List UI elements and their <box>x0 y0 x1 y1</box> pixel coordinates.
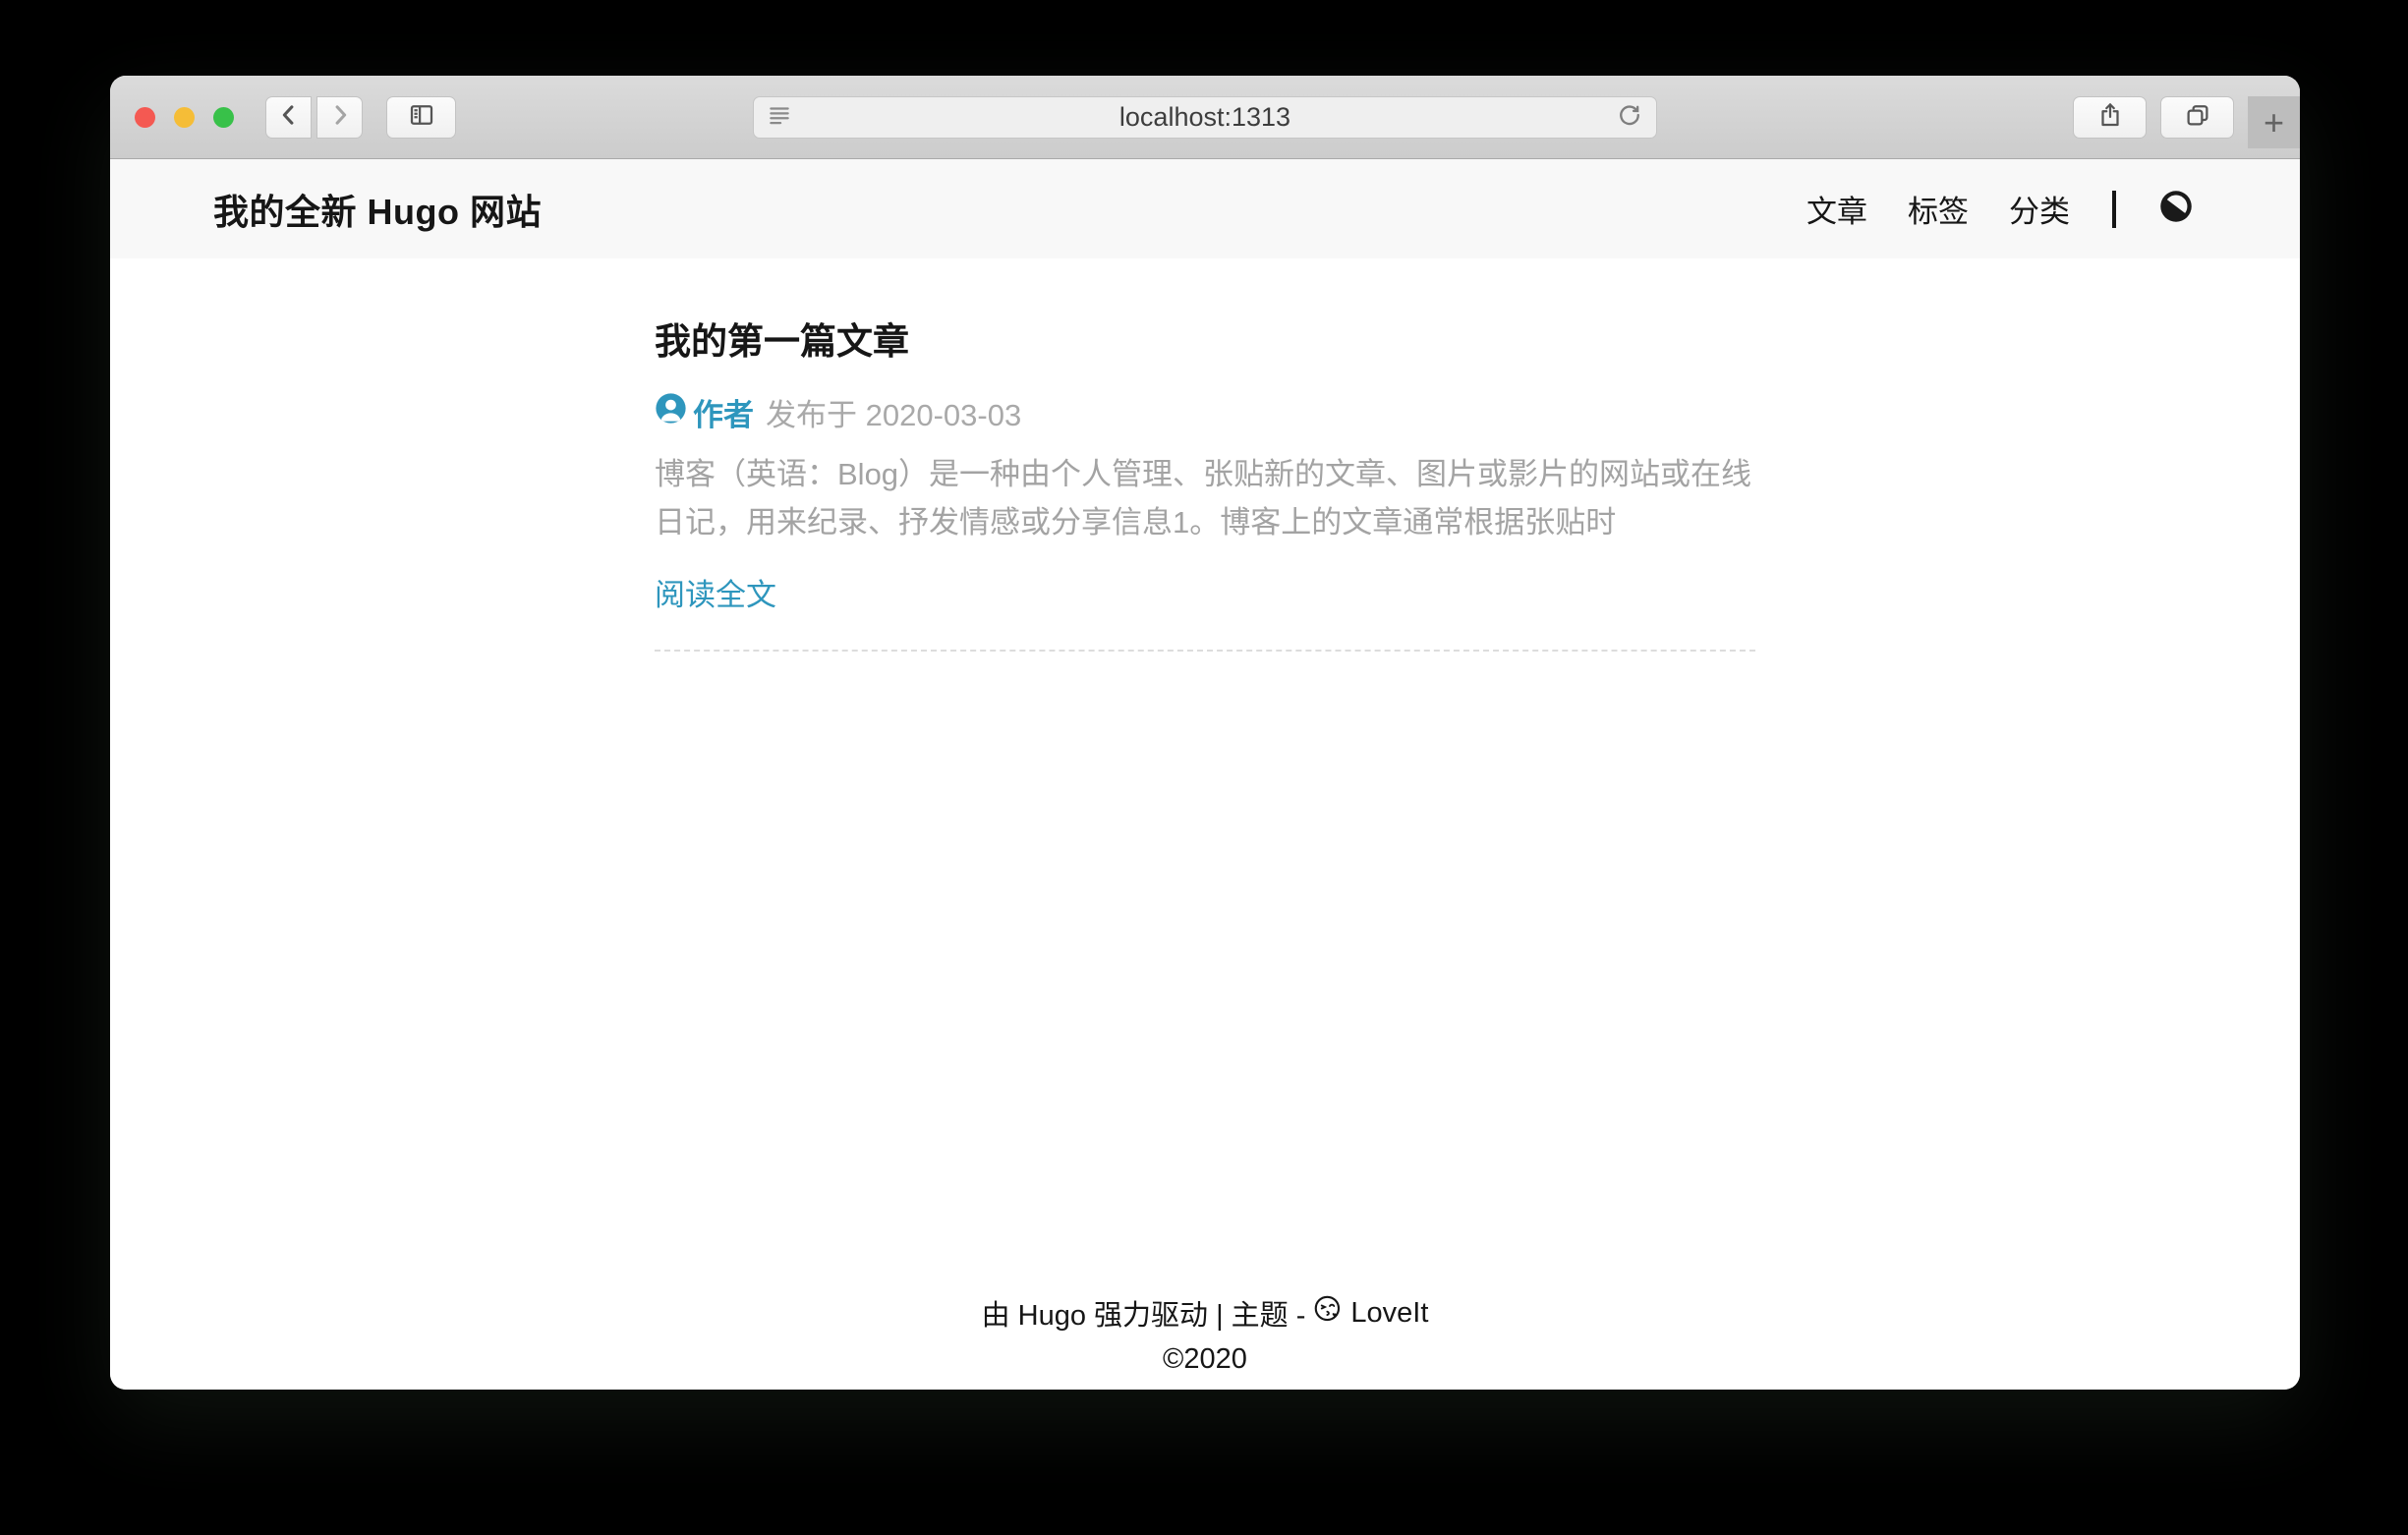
sidebar-icon <box>407 100 436 135</box>
tabs-icon <box>2183 100 2212 135</box>
post-summary: 博客（英语：Blog）是一种由个人管理、张贴新的文章、图片或影片的网站或在线日记… <box>655 450 1755 546</box>
theme-toggle-button[interactable] <box>2158 189 2194 229</box>
footer-powered-line: 由 Hugo 强力驱动 | 主题 - LoveIt <box>110 1292 2300 1334</box>
chevron-left-icon <box>275 101 303 134</box>
share-button[interactable] <box>2073 96 2147 139</box>
browser-toolbar: localhost:1313 + <box>110 76 2300 159</box>
plus-icon: + <box>2264 105 2284 141</box>
article-summary-card: 我的第一篇文章 作者 发布于 2020-03-03 博客（英语：Blog）是一种… <box>655 258 1755 652</box>
chevron-right-icon <box>326 101 354 134</box>
tab-overview-button[interactable] <box>2160 96 2234 139</box>
minimize-window-button[interactable] <box>174 107 195 128</box>
footer-copyright: ©2020 <box>110 1343 2300 1376</box>
url-text: localhost:1313 <box>754 102 1656 133</box>
reader-view-icon[interactable] <box>767 102 792 133</box>
nav-divider <box>2112 191 2116 228</box>
back-button[interactable] <box>265 96 312 139</box>
nav-item-categories[interactable]: 分类 <box>2009 187 2070 231</box>
page-content: 我的第一篇文章 作者 发布于 2020-03-03 博客（英语：Blog）是一种… <box>110 258 2300 1390</box>
reload-icon[interactable] <box>1616 101 1643 134</box>
user-circle-icon <box>655 392 687 432</box>
site-header: 我的全新 Hugo 网站 文章 标签 分类 <box>110 159 2300 258</box>
footer-powered-text: 由 Hugo 强力驱动 | 主题 - <box>982 1292 1306 1334</box>
kissing-face-icon <box>1313 1294 1343 1332</box>
share-icon <box>2095 100 2125 135</box>
footer-theme-name[interactable]: LoveIt <box>1350 1297 1428 1330</box>
nav-item-posts[interactable]: 文章 <box>1806 187 1867 231</box>
theme-half-circle-icon <box>2158 189 2194 229</box>
fullscreen-window-button[interactable] <box>213 107 234 128</box>
post-divider <box>655 650 1755 652</box>
site-title[interactable]: 我的全新 Hugo 网站 <box>213 184 542 235</box>
sidebar-toggle-button[interactable] <box>386 96 456 139</box>
safari-window: localhost:1313 + 我的全新 Hugo 网站 <box>110 76 2300 1390</box>
author-name: 作者 <box>693 390 754 434</box>
publish-info: 发布于 2020-03-03 <box>766 390 1021 434</box>
site-footer: 由 Hugo 强力驱动 | 主题 - LoveIt ©2020 <box>110 1292 2300 1390</box>
post-meta: 作者 发布于 2020-03-03 <box>655 390 1755 434</box>
screenshot-stage: localhost:1313 + 我的全新 Hugo 网站 <box>0 0 2408 1535</box>
close-window-button[interactable] <box>135 107 155 128</box>
traffic-lights <box>135 107 234 128</box>
address-bar[interactable]: localhost:1313 <box>753 96 1657 139</box>
new-tab-button[interactable]: + <box>2248 96 2300 148</box>
author-link[interactable]: 作者 <box>655 390 754 434</box>
site-nav: 文章 标签 分类 <box>1806 187 2194 231</box>
read-more-link[interactable]: 阅读全文 <box>655 570 776 614</box>
post-title[interactable]: 我的第一篇文章 <box>655 312 1755 365</box>
forward-button[interactable] <box>316 96 363 139</box>
nav-item-tags[interactable]: 标签 <box>1908 187 1969 231</box>
